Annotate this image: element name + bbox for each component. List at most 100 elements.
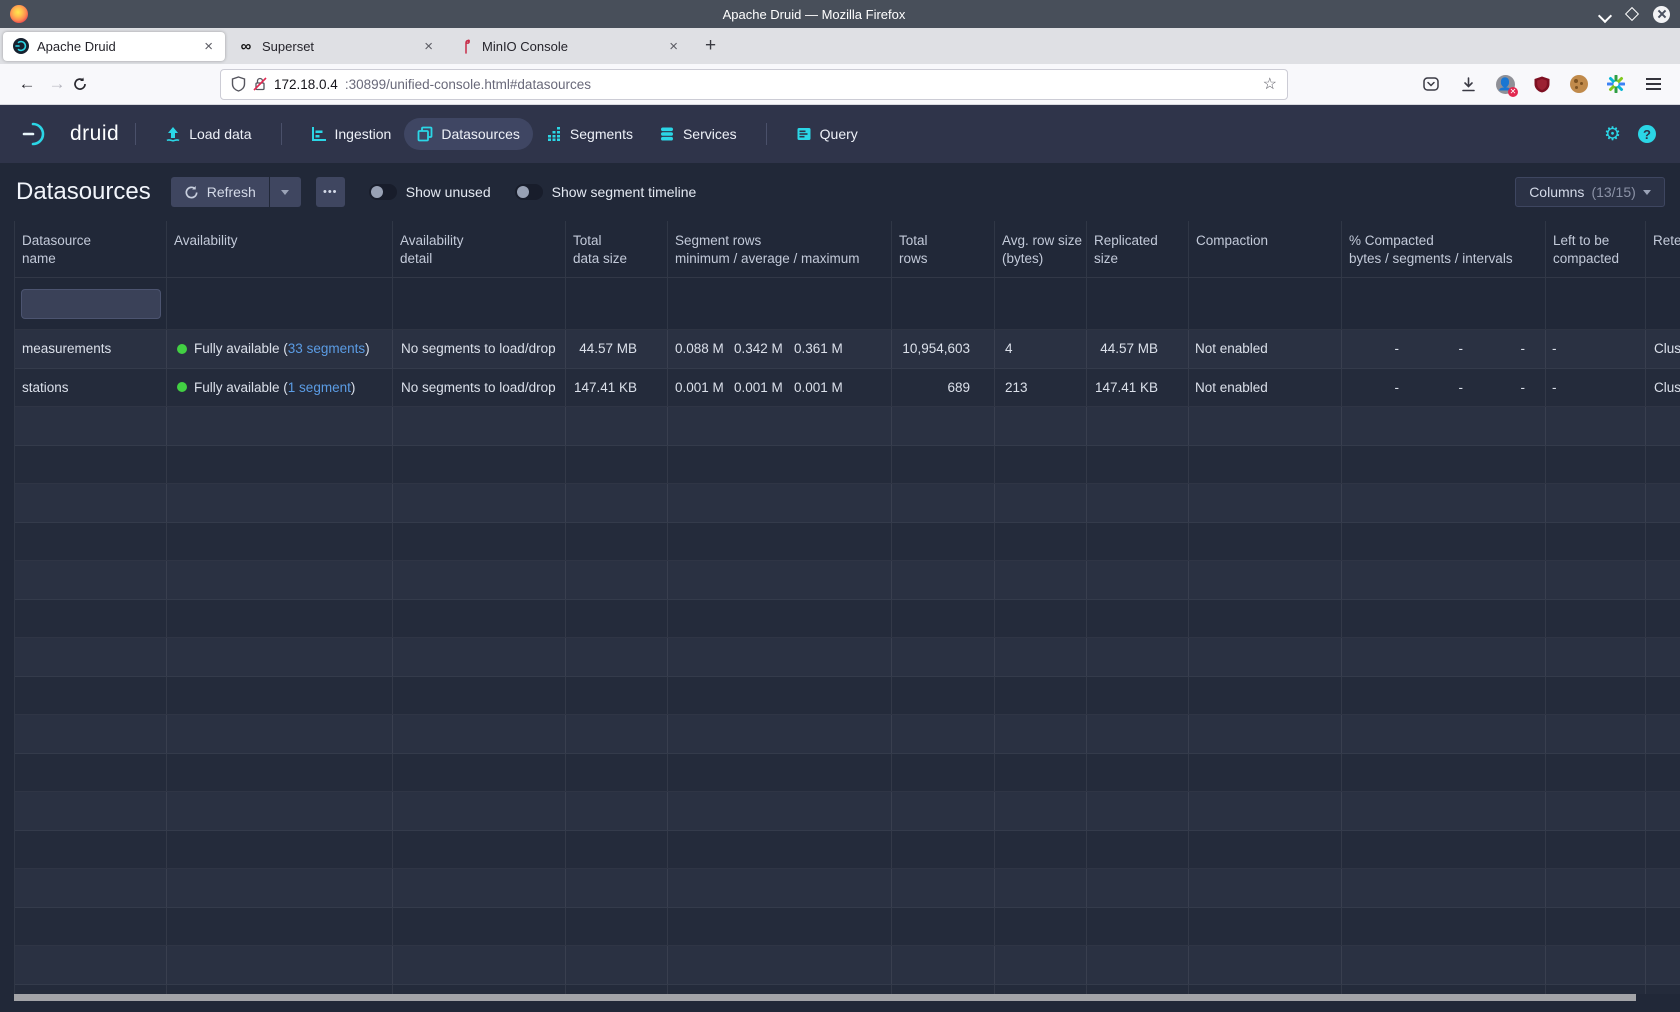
back-icon[interactable]: ← — [12, 74, 42, 94]
table-cell — [1087, 407, 1189, 445]
total-data-size: 44.57 MB — [579, 341, 637, 356]
column-header[interactable]: Totalrows — [892, 221, 995, 277]
table-cell — [995, 985, 1087, 995]
tab-close-icon[interactable]: × — [667, 39, 680, 54]
more-actions-button[interactable]: ••• — [316, 177, 345, 207]
insecure-lock-icon[interactable] — [253, 76, 267, 92]
column-header[interactable]: Compaction — [1189, 221, 1342, 277]
gear-icon[interactable]: ⚙ — [1604, 125, 1621, 144]
nav-item-services[interactable]: Services — [646, 118, 750, 150]
column-header[interactable]: Availability — [167, 221, 393, 277]
column-header[interactable]: Totaldata size — [566, 221, 668, 277]
menu-icon[interactable] — [1642, 73, 1664, 95]
availability-text: ) — [365, 341, 370, 356]
nav-item-segments[interactable]: Segments — [533, 118, 646, 150]
help-icon[interactable]: ? — [1638, 125, 1656, 143]
table-cell — [167, 869, 393, 907]
cookie-icon[interactable] — [1568, 73, 1590, 95]
table-cell: Cluster default: P1Y — [1646, 330, 1680, 368]
table-cell — [892, 484, 995, 522]
tab-apache-druid[interactable]: Apache Druid × — [3, 32, 225, 61]
extension-pinwheel-icon[interactable] — [1605, 73, 1627, 95]
table-cell: 689 — [892, 369, 995, 407]
tab-superset[interactable]: ∞ Superset × — [228, 32, 445, 61]
table-cell — [1342, 792, 1546, 830]
table-cell — [892, 831, 995, 869]
table-cell — [995, 754, 1087, 792]
tab-close-icon[interactable]: × — [422, 39, 435, 54]
table-cell — [167, 715, 393, 753]
table-row[interactable]: stationsFully available (1 segment)No se… — [15, 369, 1680, 408]
show-unused-toggle[interactable] — [369, 184, 397, 200]
column-header[interactable]: Retention — [1646, 221, 1680, 277]
table-cell — [995, 484, 1087, 522]
url-bar[interactable]: 172.18.0.4:30899/unified-console.html#da… — [220, 69, 1288, 100]
account-icon[interactable]: 👤 ✕ — [1494, 73, 1516, 95]
nav-item-query[interactable]: Query — [783, 118, 871, 150]
column-header[interactable]: Availabilitydetail — [393, 221, 566, 277]
refresh-button[interactable]: Refresh — [171, 177, 269, 207]
column-header[interactable]: % Compactedbytes / segments / intervals — [1342, 221, 1546, 277]
filter-cell — [1189, 278, 1342, 329]
table-cell — [1087, 754, 1189, 792]
table-cell — [1546, 484, 1646, 522]
table-cell: Not enabled — [1189, 369, 1342, 407]
table-cell — [167, 638, 393, 676]
left-to-be-compacted: - — [1552, 380, 1557, 395]
table-cell — [393, 600, 566, 638]
tracking-shield-icon[interactable] — [231, 76, 246, 92]
table-row[interactable]: measurementsFully available (33 segments… — [15, 330, 1680, 369]
table-cell — [995, 831, 1087, 869]
reload-icon[interactable] — [72, 76, 102, 92]
tab-close-icon[interactable]: × — [202, 39, 215, 54]
table-cell — [668, 985, 892, 995]
horizontal-scrollbar-thumb[interactable] — [14, 994, 1636, 1001]
columns-button[interactable]: Columns (13/15) — [1515, 177, 1665, 207]
table-cell — [1646, 484, 1680, 522]
refresh-dropdown-button[interactable] — [270, 177, 301, 207]
tab-label: Apache Druid — [37, 39, 194, 54]
bookmark-star-icon[interactable]: ☆ — [1263, 74, 1277, 94]
window-close-button[interactable] — [1653, 6, 1670, 23]
nav-item-datasources[interactable]: Datasources — [404, 118, 533, 150]
column-header[interactable]: Datasourcename — [15, 221, 167, 277]
segments-link[interactable]: 1 segment — [288, 380, 351, 395]
nav-item-load-data[interactable]: Load data — [152, 118, 264, 150]
column-header[interactable]: Left to becompacted — [1546, 221, 1646, 277]
nav-item-ingestion[interactable]: Ingestion — [298, 118, 405, 150]
page-header: Datasources Refresh ••• Show unused Show… — [0, 163, 1680, 221]
table-cell — [393, 831, 566, 869]
datasource-name-filter-input[interactable] — [21, 289, 161, 319]
show-segment-timeline-toggle[interactable] — [515, 184, 543, 200]
tab-minio-console[interactable]: MinIO Console × — [448, 32, 690, 61]
table-cell — [1546, 638, 1646, 676]
total-rows: 10,954,603 — [902, 341, 970, 356]
window-title: Apache Druid — Mozilla Firefox — [28, 7, 1600, 22]
filter-cell — [1087, 278, 1189, 329]
column-header[interactable]: Replicatedsize — [1087, 221, 1189, 277]
table-cell — [566, 754, 668, 792]
table-cell — [15, 484, 167, 522]
table-cell — [1546, 523, 1646, 561]
table-cell: --- — [1342, 369, 1546, 407]
forward-icon[interactable]: → — [42, 74, 72, 94]
table-cell: 44.57 MB — [566, 330, 668, 368]
column-header[interactable]: Avg. row size(bytes) — [995, 221, 1087, 277]
empty-table-row — [15, 484, 1680, 523]
segments-link[interactable]: 33 segments — [288, 341, 365, 356]
druid-logo[interactable]: druid — [20, 119, 119, 149]
new-tab-button[interactable]: + — [693, 35, 728, 57]
filter-cell — [1546, 278, 1646, 329]
window-minimize-button[interactable] — [1600, 9, 1611, 20]
filter-cell — [15, 278, 167, 329]
empty-table-row — [15, 446, 1680, 485]
pocket-icon[interactable] — [1420, 73, 1442, 95]
table-cell — [167, 831, 393, 869]
column-header[interactable]: Segment rowsminimum / average / maximum — [668, 221, 892, 277]
downloads-icon[interactable] — [1457, 73, 1479, 95]
window-maximize-button[interactable] — [1625, 7, 1639, 21]
table-cell — [566, 946, 668, 984]
table-cell — [1342, 908, 1546, 946]
ublock-shield-icon[interactable] — [1531, 73, 1553, 95]
datasource-name: stations — [22, 380, 69, 395]
